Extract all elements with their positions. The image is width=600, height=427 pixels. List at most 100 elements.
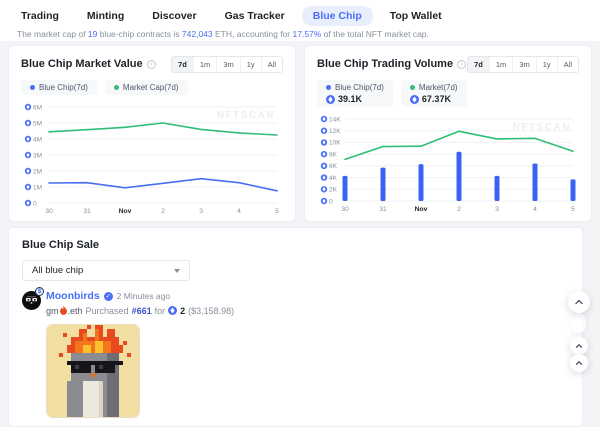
svg-text:Nov: Nov — [119, 208, 132, 215]
legend-item-market-7d-[interactable]: Market(7d) 67.37K — [401, 80, 467, 107]
legend-item-blue-chip-7d-[interactable]: Blue Chip(7d) 39.1K — [317, 80, 393, 107]
eth-icon — [410, 95, 419, 104]
top-nav: Trading Minting Discover Gas Tracker Blue Ch… — [10, 6, 453, 26]
market-value-panel: Blue Chip Market Value i 7d1m3m1yAll Blu… — [8, 45, 296, 222]
legend-dot-icon — [410, 85, 415, 90]
range-button-1m[interactable]: 1m — [489, 57, 512, 72]
svg-text:3: 3 — [495, 206, 499, 213]
chevron-up-icon — [574, 358, 584, 368]
svg-text:NFTSCAN: NFTSCAN — [513, 122, 571, 133]
nav-item-gas-tracker[interactable]: Gas Tracker — [214, 6, 296, 26]
legend-dot-icon — [30, 85, 35, 90]
nav-item-top-wallet[interactable]: Top Wallet — [379, 6, 453, 26]
summary-text: of the total NFT market cap. — [321, 29, 429, 39]
trading-volume-panel: Blue Chip Trading Volume i 7d1m3m1yAll B… — [304, 45, 592, 222]
svg-text:2M: 2M — [33, 168, 42, 175]
action-text: Purchased — [86, 306, 129, 316]
page-header: Trading Minting Discover Gas Tracker Blue Ch… — [0, 0, 600, 41]
panel-title-text: Blue Chip Market Value — [21, 58, 143, 70]
legend-label: Blue Chip(7d) — [335, 83, 384, 92]
svg-text:5M: 5M — [33, 120, 42, 127]
svg-text:31: 31 — [379, 206, 387, 213]
dollar-badge-icon: $ — [35, 287, 44, 296]
svg-text:2K: 2K — [329, 187, 338, 194]
legend-value: 67.37K — [410, 94, 458, 104]
market-cap-summary: The market cap of 19 blue-chip contracts… — [17, 29, 429, 39]
collection-filter-dropdown[interactable]: All blue chip — [22, 260, 190, 281]
svg-text:6K: 6K — [329, 163, 338, 170]
info-icon[interactable]: i — [457, 60, 466, 69]
info-icon[interactable]: i — [147, 60, 156, 69]
svg-text:10K: 10K — [329, 140, 341, 147]
panel-header: Blue Chip Market Value i 7d1m3m1yAll — [21, 55, 283, 73]
for-text: for — [155, 306, 166, 316]
range-button-3m[interactable]: 3m — [216, 57, 239, 72]
svg-text:4M: 4M — [33, 136, 42, 143]
svg-text:3: 3 — [199, 208, 203, 215]
svg-text:6M: 6M — [33, 104, 42, 111]
dropdown-selected-value: All blue chip — [32, 265, 83, 276]
range-button-3m[interactable]: 3m — [512, 57, 535, 72]
range-button-1y[interactable]: 1y — [240, 57, 261, 72]
sale-timestamp: 2 Minutes ago — [117, 291, 170, 301]
nav-item-discover[interactable]: Discover — [141, 6, 207, 26]
range-button-1y[interactable]: 1y — [536, 57, 557, 72]
time-range-group: 7d1m3m1yAll — [467, 56, 579, 73]
nav-item-trading[interactable]: Trading — [10, 6, 70, 26]
sale-price-usd: ($3,158.98) — [188, 306, 234, 316]
collection-avatar[interactable]: $ — [22, 291, 41, 310]
panel-title: Blue Chip Trading Volume i — [317, 58, 466, 70]
legend-item-blue-chip-7d-[interactable]: Blue Chip(7d) — [21, 80, 97, 95]
summary-text: The market cap of — [17, 29, 88, 39]
legend-label: Blue Chip(7d) — [39, 83, 88, 92]
range-button-1m[interactable]: 1m — [193, 57, 216, 72]
chart-legend: Blue Chip(7d) 39.1K Market(7d) 67.37K — [317, 80, 579, 107]
scroll-to-top-button[interactable] — [568, 291, 590, 313]
nav-item-blue-chip[interactable]: Blue Chip — [302, 6, 373, 26]
feed-header-line: Moonbirds ✓ 2 Minutes ago — [46, 290, 569, 302]
collection-name-link[interactable]: Moonbirds — [46, 290, 100, 302]
legend-label: Market(7d) — [419, 83, 458, 92]
legend-dot-icon — [114, 85, 119, 90]
token-id-link[interactable]: #661 — [132, 306, 152, 316]
legend-label: Market Cap(7d) — [123, 83, 179, 92]
svg-text:3M: 3M — [33, 152, 42, 159]
summary-highlight: 742,043 — [182, 29, 213, 39]
range-button-all[interactable]: All — [557, 57, 578, 72]
svg-text:4: 4 — [237, 208, 241, 215]
nav-item-minting[interactable]: Minting — [76, 6, 135, 26]
buyer-suffix: .eth — [68, 306, 83, 316]
svg-text:0: 0 — [33, 200, 37, 207]
legend-value: 39.1K — [326, 94, 384, 104]
svg-text:14K: 14K — [329, 116, 341, 123]
range-button-7d[interactable]: 7d — [468, 57, 489, 72]
moonbird-661-pixel-art — [47, 325, 139, 417]
sale-panel-title: Blue Chip Sale — [22, 239, 569, 251]
buyer-prefix: gm — [46, 306, 59, 316]
svg-text:Nov: Nov — [415, 206, 428, 213]
fading-button — [571, 313, 586, 333]
time-range-group: 7d1m3m1yAll — [171, 56, 283, 73]
chevron-down-icon — [174, 269, 180, 273]
market-value-chart: 01M2M3M4M5M6MNFTSCAN3031Nov2345 — [21, 99, 283, 216]
feed-scroll-up-button[interactable] — [570, 337, 588, 355]
range-button-all[interactable]: All — [261, 57, 282, 72]
svg-text:5: 5 — [275, 208, 279, 215]
panel-title-text: Blue Chip Trading Volume — [317, 58, 453, 70]
feed-scroll-up-button-2[interactable] — [570, 354, 588, 372]
nft-thumbnail[interactable] — [46, 324, 140, 418]
summary-highlight: 19 — [88, 29, 97, 39]
feed-detail-line: gm .eth Purchased #661 for 2 ($3,158.98) — [46, 305, 569, 316]
summary-text: blue-chip contracts is — [97, 29, 182, 39]
verified-icon: ✓ — [104, 292, 113, 301]
svg-text:12K: 12K — [329, 128, 341, 135]
legend-dot-icon — [326, 85, 331, 90]
range-button-7d[interactable]: 7d — [172, 57, 193, 72]
svg-text:2: 2 — [457, 206, 461, 213]
panel-title: Blue Chip Market Value i — [21, 58, 156, 70]
legend-item-market-cap-7d-[interactable]: Market Cap(7d) — [105, 80, 188, 95]
flame-icon — [60, 306, 67, 315]
eth-icon — [168, 306, 177, 315]
sale-price-eth: 2 — [180, 306, 185, 316]
svg-text:30: 30 — [341, 206, 349, 213]
